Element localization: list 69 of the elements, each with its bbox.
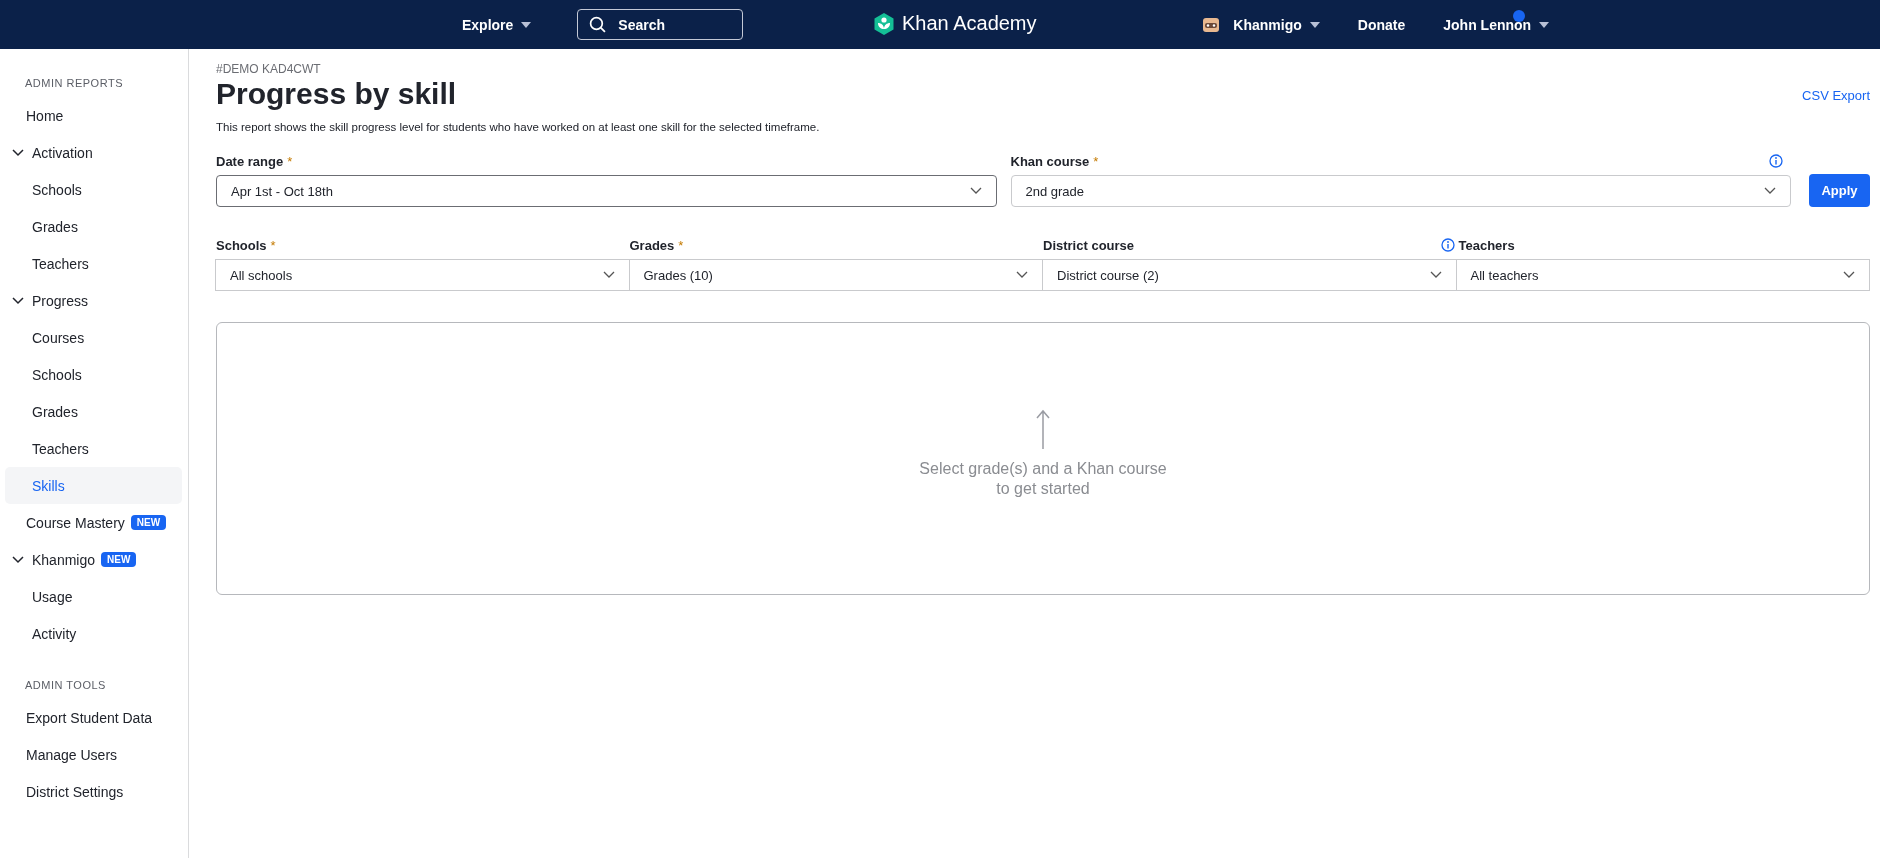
empty-state-message: Select grade(s) and a Khan course to get started [918, 459, 1168, 498]
new-badge: NEW [130, 515, 167, 530]
donate-link[interactable]: Donate [1357, 16, 1406, 33]
csv-export-link[interactable]: CSV Export [1802, 88, 1870, 103]
chevron-down-icon [602, 271, 615, 279]
dropdown-field[interactable]: All teachers [1455, 259, 1870, 291]
chevron-down-icon [1843, 271, 1855, 279]
sidebar-item[interactable]: Khanmigo NEW [5, 541, 182, 578]
search-icon [589, 16, 607, 33]
caret-icon [1309, 21, 1320, 28]
user-menu[interactable]: John Lennon [1443, 16, 1550, 33]
dropdown-field[interactable]: All schools [215, 259, 630, 291]
sidebar-item[interactable]: Teachers [5, 430, 182, 467]
robot-face-icon [1203, 17, 1220, 32]
logo-text: Khan Academy [902, 12, 1037, 35]
explore-menu[interactable]: Explore [462, 16, 532, 33]
search-field[interactable]: Search [577, 9, 744, 40]
dropdown-field[interactable]: District course (2) [1042, 259, 1457, 291]
demo-code: #DEMO KAD4CWT [216, 62, 322, 76]
sidebar-item[interactable]: Skills [5, 467, 182, 504]
filter-label: Date range [216, 153, 284, 169]
chevron-icon [12, 148, 24, 157]
logo[interactable]: Khan Academy [874, 12, 1037, 35]
khanmigo-menu[interactable]: Khanmigo [1203, 16, 1320, 33]
sidebar-item[interactable]: Home [5, 97, 182, 134]
page-title: Progress by skill [216, 77, 457, 111]
sidebar-item[interactable]: Teachers [5, 245, 182, 282]
sidebar-item[interactable]: Schools [5, 171, 182, 208]
chevron-down-icon [1429, 271, 1442, 279]
new-badge: NEW [101, 552, 137, 567]
sidebar-item[interactable]: Activity [5, 615, 182, 652]
caret-icon [1539, 21, 1550, 28]
required-asterisk: * [270, 237, 276, 253]
dropdown-field[interactable]: Grades (10) [628, 259, 1043, 291]
filter-label: Schools [216, 237, 267, 253]
sidebar-item[interactable]: Grades [5, 208, 182, 245]
sidebar-item[interactable]: Course Mastery NEW [5, 504, 182, 541]
info-icon[interactable] [1440, 238, 1455, 252]
required-asterisk: * [678, 237, 684, 253]
chevron-down-icon [969, 187, 982, 195]
filter-label: Teachers [1458, 237, 1515, 253]
filter-label: Grades [629, 237, 675, 253]
leaf-hexagon-icon [874, 12, 894, 35]
required-asterisk: * [287, 153, 293, 169]
sidebar-item[interactable]: Grades [5, 393, 182, 430]
caret-icon [521, 21, 532, 28]
sidebar-item[interactable]: Progress [5, 282, 182, 319]
chevron-icon [12, 296, 24, 305]
section-heading: ADMIN REPORTS [24, 76, 124, 91]
chevron-icon [12, 555, 24, 564]
sidebar-item[interactable]: Activation [5, 134, 182, 171]
dropdown-field[interactable]: Apr 1st - Oct 18th [216, 175, 997, 207]
filter-label: District course [1043, 237, 1135, 253]
chevron-down-icon [1016, 271, 1028, 279]
dropdown-field[interactable]: 2nd grade [1010, 175, 1791, 207]
sidebar-item[interactable]: Schools [5, 356, 182, 393]
sidebar-item[interactable]: Export Student Data [5, 699, 182, 736]
required-asterisk: * [1093, 153, 1099, 169]
info-icon[interactable] [1769, 154, 1783, 168]
sidebar-item[interactable]: Courses [5, 319, 182, 356]
section-heading: ADMIN TOOLS [24, 678, 107, 693]
filter-label: Khan course [1010, 153, 1090, 169]
apply-button[interactable]: Apply [1809, 174, 1870, 207]
chevron-down-icon [1764, 187, 1776, 195]
up-arrow-icon [1036, 409, 1050, 450]
report-description: This report shows the skill progress level for students who have worked on at least one skill for the selected timeframe. [216, 121, 821, 133]
sidebar-item[interactable]: Usage [5, 578, 182, 615]
sidebar-item[interactable]: District Settings [5, 773, 182, 810]
sidebar-item[interactable]: Manage Users [5, 736, 182, 773]
